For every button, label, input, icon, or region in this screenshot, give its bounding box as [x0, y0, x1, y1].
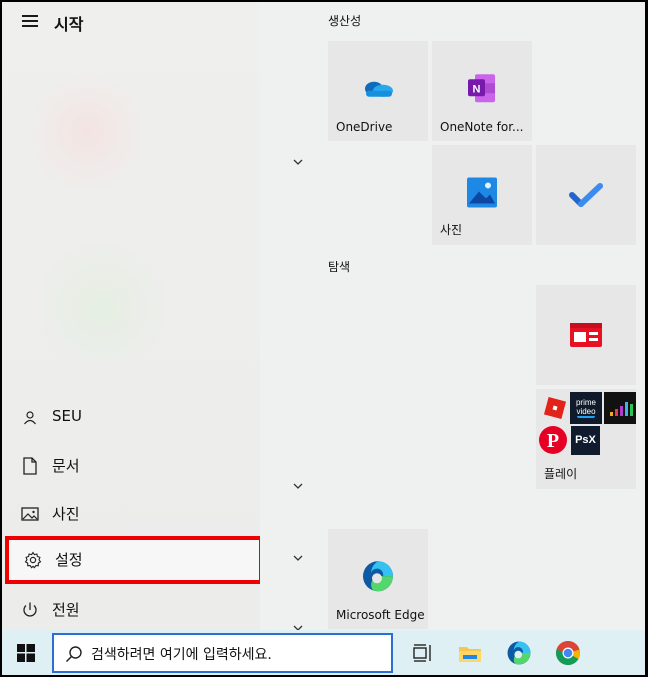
tile-label: OneDrive: [336, 120, 393, 134]
user-icon: [24, 411, 36, 425]
pinterest-icon: P: [538, 425, 568, 455]
tile-todo[interactable]: [536, 145, 636, 245]
chevron-down-icon[interactable]: [292, 554, 304, 562]
taskbar: 검색하려면 여기에 입력하세요.: [2, 630, 645, 675]
start-header: 시작: [2, 2, 260, 42]
news-icon: [570, 323, 602, 347]
edge-browser-icon[interactable]: [506, 640, 532, 666]
onedrive-icon: [365, 81, 393, 97]
hamburger-menu-icon[interactable]: [22, 15, 38, 27]
rail-item-documents[interactable]: 문서: [2, 444, 260, 488]
search-placeholder: 검색하려면 여기에 입력하세요.: [91, 647, 272, 663]
svg-text:N: N: [473, 83, 481, 95]
prime-video-icon: prime video: [570, 392, 602, 424]
tile-play-folder[interactable]: prime video P PsX 플레이: [536, 389, 636, 489]
photos-icon: [467, 177, 497, 208]
svg-text:P: P: [547, 430, 559, 452]
deezer-icon: [604, 392, 636, 424]
rail-item-user[interactable]: SEU: [2, 396, 260, 440]
checkmark-todo-icon: [569, 183, 603, 207]
start-title: 시작: [54, 15, 84, 34]
document-icon: [23, 457, 37, 475]
tile-onenote[interactable]: N OneNote for...: [432, 41, 532, 141]
tile-news[interactable]: [536, 285, 636, 385]
tile-label: Microsoft Edge: [336, 608, 425, 622]
edge-browser-icon: [363, 561, 393, 592]
windows-start-icon[interactable]: [17, 644, 35, 662]
rail-item-label: 전원: [52, 601, 80, 619]
psx-icon: PsX: [571, 426, 600, 455]
tile-area: 생산성 OneDrive N OneNote for... 사진 탐색 prim…: [260, 2, 645, 631]
chevron-down-icon[interactable]: [292, 158, 304, 166]
start-menu-window: 시작 SEU 문서 사진 설정 전원 생산성 OneDrive N OneNot…: [2, 2, 645, 675]
tile-onedrive[interactable]: OneDrive: [328, 41, 428, 141]
group-title-productivity: 생산성: [328, 14, 362, 28]
rail-item-label: SEU: [52, 407, 82, 425]
search-icon: [65, 646, 82, 663]
onenote-icon: N: [468, 74, 495, 103]
chevron-down-icon[interactable]: [292, 482, 304, 490]
rail-item-settings[interactable]: 설정: [5, 536, 263, 584]
tile-label: 사진: [440, 223, 463, 237]
rail-item-label: 문서: [52, 457, 80, 475]
rail-item-label: 사진: [52, 505, 80, 523]
start-rail: 시작 SEU 문서 사진 설정 전원: [2, 2, 263, 632]
task-view-icon[interactable]: [409, 640, 435, 666]
pictures-icon: [21, 507, 39, 521]
taskbar-search[interactable]: 검색하려면 여기에 입력하세요.: [52, 633, 393, 673]
tile-label: OneNote for...: [440, 120, 524, 134]
chrome-browser-icon[interactable]: [555, 640, 581, 666]
roblox-icon: [542, 395, 568, 421]
rail-item-pictures[interactable]: 사진: [2, 492, 260, 536]
power-icon: [23, 602, 37, 617]
group-title-explore: 탐색: [328, 260, 351, 274]
rail-item-power[interactable]: 전원: [2, 588, 260, 632]
gear-icon: [24, 551, 42, 569]
file-explorer-icon[interactable]: [457, 640, 483, 666]
tile-label: 플레이: [544, 467, 578, 481]
tile-photos[interactable]: 사진: [432, 145, 532, 245]
rail-item-label: 설정: [55, 551, 83, 569]
tile-edge[interactable]: Microsoft Edge: [328, 529, 428, 629]
